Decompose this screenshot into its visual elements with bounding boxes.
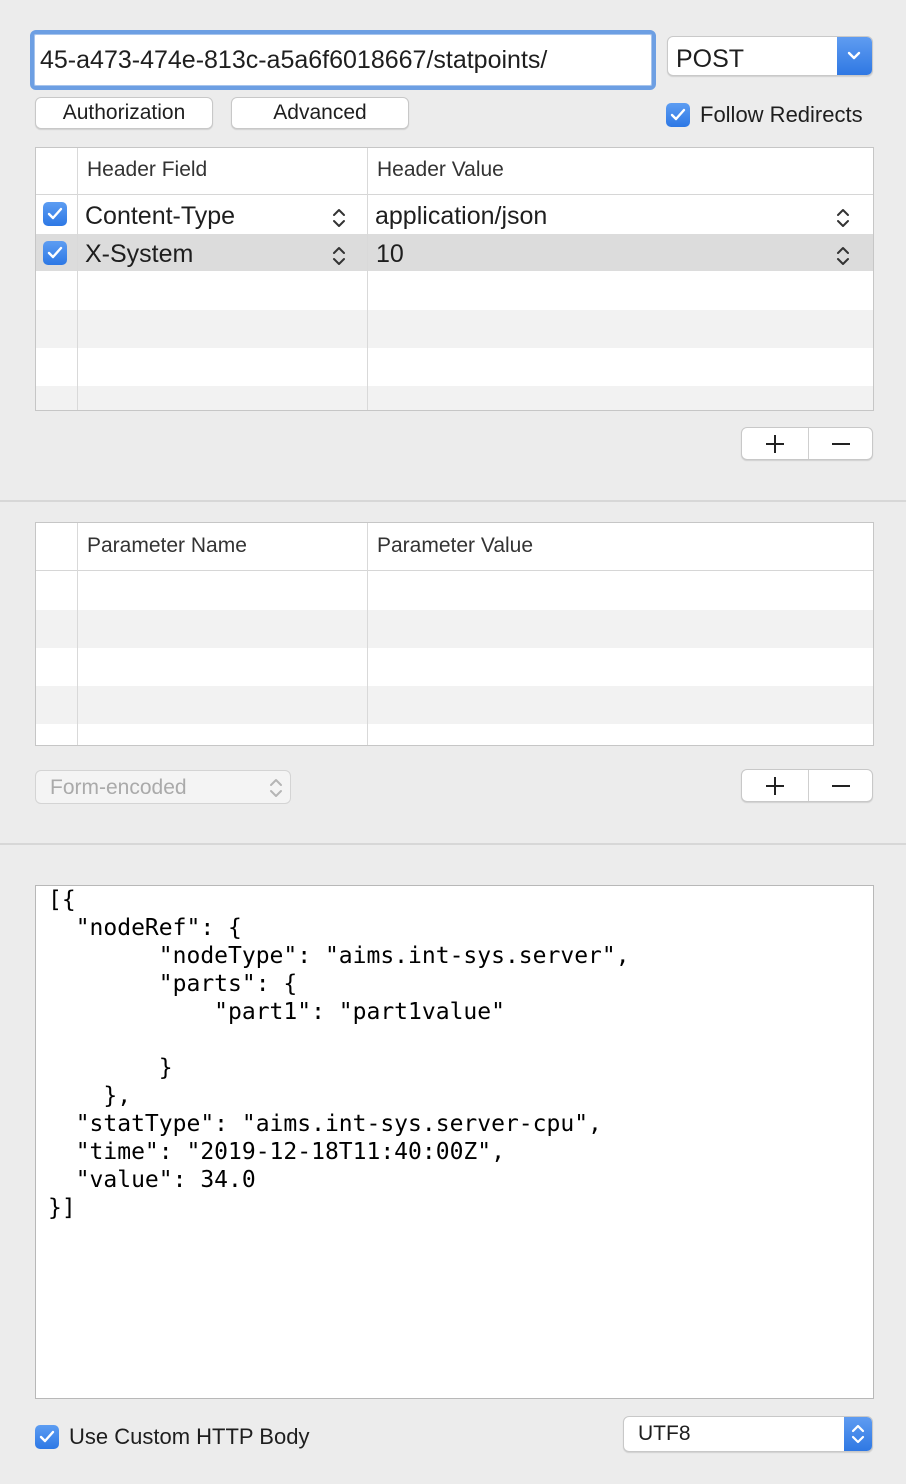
minus-icon[interactable] xyxy=(830,775,852,797)
header-field-cell[interactable]: X-System xyxy=(85,240,193,269)
header-value-cell[interactable]: 10 xyxy=(376,240,404,269)
up-down-chevron-icon[interactable] xyxy=(835,206,851,230)
parameters-table: Parameter Name Parameter Value xyxy=(35,522,874,746)
minus-icon[interactable] xyxy=(830,433,852,455)
authorization-button[interactable]: Authorization xyxy=(35,97,213,129)
section-divider xyxy=(0,500,906,502)
up-down-chevron-icon xyxy=(844,1417,872,1451)
method-popup[interactable]: POST xyxy=(667,36,873,76)
follow-redirects-label: Follow Redirects xyxy=(700,102,863,127)
header-row-enabled-checkbox[interactable] xyxy=(43,202,67,226)
method-label: POST xyxy=(676,45,745,73)
use-custom-body-label: Use Custom HTTP Body xyxy=(69,1424,310,1449)
header-value-column[interactable]: Header Value xyxy=(377,158,504,182)
up-down-chevron-icon[interactable] xyxy=(331,206,347,230)
parameter-name-column[interactable]: Parameter Name xyxy=(87,534,247,558)
http-body-text[interactable]: [{ "nodeRef": { "nodeType": "aims.int-sy… xyxy=(48,886,630,1222)
url-input[interactable] xyxy=(34,34,652,86)
headers-table: Header Field Header Value Content-Type a… xyxy=(35,147,874,411)
header-row-enabled-checkbox[interactable] xyxy=(43,241,67,265)
checkmark-icon xyxy=(39,1430,55,1443)
header-field-column[interactable]: Header Field xyxy=(87,158,207,182)
advanced-button[interactable]: Advanced xyxy=(231,97,409,129)
checkmark-icon xyxy=(670,108,686,121)
section-divider xyxy=(0,843,906,845)
headers-add-remove-control xyxy=(741,427,873,460)
up-down-chevron-icon xyxy=(270,779,282,797)
plus-icon[interactable] xyxy=(764,775,786,797)
parameter-value-column[interactable]: Parameter Value xyxy=(377,534,533,558)
parameters-add-remove-control xyxy=(741,769,873,802)
follow-redirects-checkbox[interactable] xyxy=(666,103,690,127)
charset-label: UTF8 xyxy=(638,1422,691,1445)
encoding-mode-popup: Form-encoded xyxy=(35,770,291,804)
plus-icon[interactable] xyxy=(764,433,786,455)
up-down-chevron-icon[interactable] xyxy=(835,244,851,268)
chevron-down-icon xyxy=(837,37,872,75)
use-custom-body-checkbox[interactable] xyxy=(35,1425,59,1449)
http-body-editor[interactable]: [{ "nodeRef": { "nodeType": "aims.int-sy… xyxy=(35,885,874,1399)
url-field[interactable] xyxy=(30,30,656,90)
charset-popup[interactable]: UTF8 xyxy=(623,1416,873,1452)
header-field-cell[interactable]: Content-Type xyxy=(85,202,235,231)
up-down-chevron-icon[interactable] xyxy=(331,244,347,268)
checkmark-icon xyxy=(47,246,63,259)
encoding-mode-label: Form-encoded xyxy=(50,776,187,799)
header-value-cell[interactable]: application/json xyxy=(375,202,547,231)
checkmark-icon xyxy=(47,207,63,220)
